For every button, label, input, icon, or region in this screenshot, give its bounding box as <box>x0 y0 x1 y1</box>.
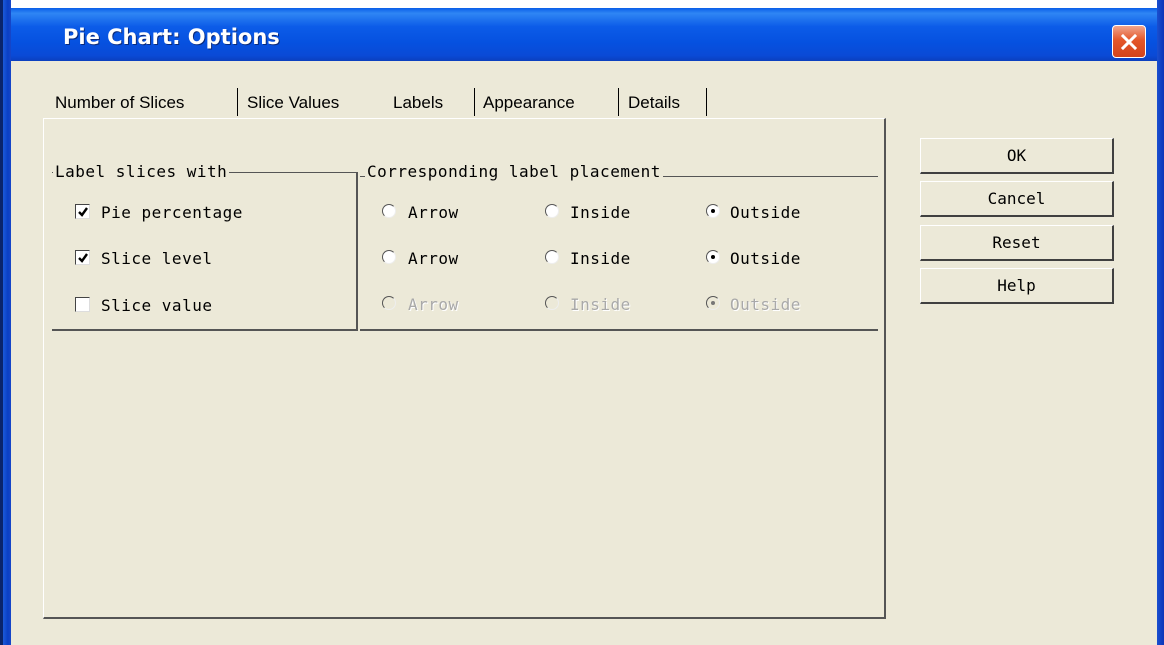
window-frame-left <box>0 0 11 645</box>
row3-inside-label: Inside <box>570 295 631 314</box>
row1-arrow-label[interactable]: Arrow <box>408 203 459 222</box>
row3-outside-radio <box>706 296 720 310</box>
tab-number-of-slices[interactable]: Number of Slices <box>55 88 184 118</box>
row1-outside-label[interactable]: Outside <box>730 203 801 222</box>
row3-arrow-radio <box>382 296 396 310</box>
top-strip <box>0 0 1164 8</box>
help-button[interactable]: Help <box>920 268 1114 304</box>
tab-divider <box>237 88 238 116</box>
row1-outside-radio[interactable] <box>706 204 720 218</box>
cancel-button[interactable]: Cancel <box>920 181 1114 217</box>
row1-inside-label[interactable]: Inside <box>570 203 631 222</box>
placement-group-legend: Corresponding label placement <box>365 162 663 181</box>
close-icon <box>1120 33 1138 50</box>
row3-arrow-label: Arrow <box>408 295 459 314</box>
close-button[interactable] <box>1112 25 1146 58</box>
group-border <box>52 329 358 331</box>
window-title: Pie Chart: Options <box>63 25 280 49</box>
slice-level-checkbox[interactable] <box>75 250 90 265</box>
row3-outside-label: Outside <box>730 295 801 314</box>
tab-details[interactable]: Details <box>628 88 680 118</box>
row2-arrow-radio[interactable] <box>382 250 396 264</box>
title-bar[interactable]: Pie Chart: Options <box>0 8 1164 61</box>
row2-outside-label[interactable]: Outside <box>730 249 801 268</box>
row1-inside-radio[interactable] <box>545 204 559 218</box>
tab-appearance[interactable]: Appearance <box>483 88 575 118</box>
slice-value-label[interactable]: Slice value <box>101 296 212 315</box>
reset-button[interactable]: Reset <box>920 225 1114 261</box>
tab-divider <box>706 88 707 116</box>
window-frame-right <box>1157 0 1164 645</box>
slice-level-label[interactable]: Slice level <box>101 249 212 268</box>
row2-inside-radio[interactable] <box>545 250 559 264</box>
tab-panel-labels <box>43 118 886 619</box>
row2-inside-label[interactable]: Inside <box>570 249 631 268</box>
pie-percentage-label[interactable]: Pie percentage <box>101 203 243 222</box>
group-border <box>360 329 878 331</box>
row2-arrow-label[interactable]: Arrow <box>408 249 459 268</box>
slice-value-checkbox[interactable] <box>75 297 90 312</box>
row1-arrow-radio[interactable] <box>382 204 396 218</box>
row3-inside-radio <box>545 296 559 310</box>
tab-divider <box>618 88 619 116</box>
pie-percentage-checkbox[interactable] <box>75 204 90 219</box>
tab-slice-values[interactable]: Slice Values <box>247 88 339 118</box>
label-group-legend: Label slices with <box>53 162 230 181</box>
row2-outside-radio[interactable] <box>706 250 720 264</box>
tab-labels[interactable]: Labels <box>393 88 443 118</box>
tab-divider <box>474 88 475 116</box>
ok-button[interactable]: OK <box>920 138 1114 174</box>
checkmark-icon <box>78 253 88 263</box>
checkmark-icon <box>78 207 88 217</box>
dialog-window: Pie Chart: Options Number of Slices Slic… <box>0 0 1164 645</box>
group-border <box>356 172 358 330</box>
